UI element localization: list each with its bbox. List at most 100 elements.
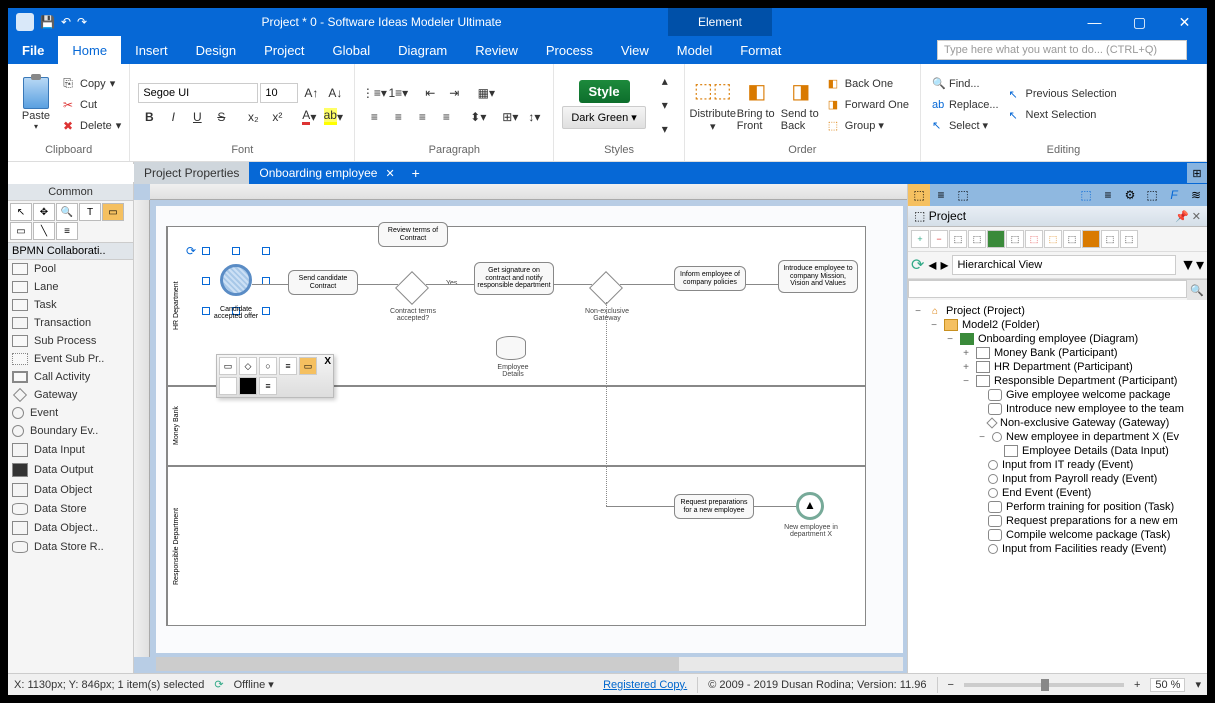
highlight-button[interactable]: ab▾ bbox=[322, 106, 344, 128]
float-diamond-icon[interactable]: ◇ bbox=[239, 357, 257, 375]
menu-global[interactable]: Global bbox=[319, 36, 385, 64]
shrink-font-button[interactable]: A↓ bbox=[324, 82, 346, 104]
cut-button[interactable]: ✂Cut bbox=[60, 95, 121, 115]
start-event-selected[interactable] bbox=[220, 264, 252, 296]
font-name-select[interactable]: Segoe UI bbox=[138, 83, 258, 103]
tool-transaction[interactable]: Transaction bbox=[8, 314, 133, 332]
menu-insert[interactable]: Insert bbox=[121, 36, 182, 64]
pool-money-bank[interactable]: Money Bank bbox=[166, 386, 866, 466]
send-to-back-button[interactable]: ◨Send to Back bbox=[781, 74, 821, 136]
style-gallery-icon[interactable]: ▾ bbox=[654, 118, 676, 140]
panel-f-icon[interactable]: F bbox=[1163, 184, 1185, 206]
grow-font-button[interactable]: A↑ bbox=[300, 82, 322, 104]
menu-file[interactable]: File bbox=[8, 36, 58, 64]
toolbox-common-header[interactable]: Common bbox=[8, 184, 133, 201]
scrollbar-horizontal[interactable] bbox=[156, 657, 903, 671]
menu-project[interactable]: Project bbox=[250, 36, 318, 64]
copy-button[interactable]: ⎘Copy ▾ bbox=[60, 74, 121, 94]
project-panel-header[interactable]: ⬚ Project 📌 ✕ bbox=[908, 206, 1207, 227]
zoom-value[interactable]: 50 % bbox=[1150, 678, 1185, 692]
status-offline[interactable]: Offline ▾ bbox=[234, 678, 274, 691]
zoom-out-button[interactable]: − bbox=[948, 679, 954, 691]
task-inform[interactable]: Inform employee of company policies bbox=[674, 266, 746, 291]
task-review-terms[interactable]: Review terms of Contract bbox=[378, 222, 448, 247]
tool-note-icon[interactable]: ≡ bbox=[56, 222, 78, 240]
tool-eventsub[interactable]: Event Sub Pr.. bbox=[8, 350, 133, 368]
prev-icon[interactable]: ◂ bbox=[928, 255, 936, 275]
next-icon[interactable]: ▸ bbox=[940, 255, 948, 275]
float-circle-icon[interactable]: ○ bbox=[259, 357, 277, 375]
style-arrow-up-icon[interactable]: ▴ bbox=[654, 70, 676, 92]
project-tb-icon-3[interactable] bbox=[987, 230, 1005, 248]
align-center-button[interactable]: ≡ bbox=[387, 106, 409, 128]
zoom-in-button[interactable]: + bbox=[1134, 679, 1140, 691]
font-color-button[interactable]: A▾ bbox=[298, 106, 320, 128]
distribute-button[interactable]: ⬚⬚Distribute▾ bbox=[693, 74, 733, 136]
project-tb-icon-2[interactable]: ⬚ bbox=[968, 230, 986, 248]
panel-tab-1-icon[interactable]: ⬚ bbox=[908, 184, 930, 206]
tool-lane[interactable]: Lane bbox=[8, 278, 133, 296]
panel-tab-2-icon[interactable]: ≡ bbox=[930, 184, 952, 206]
tool-dataobject[interactable]: Data Object bbox=[8, 480, 133, 500]
project-tb-icon-6[interactable]: ⬚ bbox=[1044, 230, 1062, 248]
tool-zoom-icon[interactable]: 🔍 bbox=[56, 203, 78, 221]
task-signature[interactable]: Get signature on contract and notify res… bbox=[474, 262, 554, 295]
panel-tab-3-icon[interactable]: ⬚ bbox=[952, 184, 974, 206]
replace-button[interactable]: abReplace... bbox=[929, 95, 1002, 115]
registered-link[interactable]: Registered Copy. bbox=[603, 679, 687, 691]
forward-one-button[interactable]: ◨Forward One bbox=[825, 95, 912, 115]
tool-pan-icon[interactable]: ✥ bbox=[33, 203, 55, 221]
bullets-button[interactable]: ⋮≡▾ bbox=[363, 82, 385, 104]
menu-home[interactable]: Home bbox=[58, 36, 121, 64]
zoom-dropdown-icon[interactable]: ▾ bbox=[1195, 678, 1201, 691]
style-button[interactable]: Style bbox=[579, 80, 630, 103]
strike-button[interactable]: S bbox=[210, 106, 232, 128]
qat-undo-icon[interactable]: ↶ bbox=[61, 15, 71, 29]
tool-text-icon[interactable]: T bbox=[79, 203, 101, 221]
align-left-button[interactable]: ≡ bbox=[363, 106, 385, 128]
spacing-button[interactable]: ↕▾ bbox=[523, 106, 545, 128]
border-button[interactable]: ▦▾ bbox=[475, 82, 497, 104]
float-close-icon[interactable]: X bbox=[324, 356, 331, 367]
rotate-handle-icon[interactable]: ⟳ bbox=[186, 244, 196, 258]
zoom-slider[interactable] bbox=[964, 683, 1124, 687]
menu-design[interactable]: Design bbox=[182, 36, 250, 64]
tab-project-properties[interactable]: Project Properties bbox=[134, 162, 249, 184]
tab-new-button[interactable]: + bbox=[405, 165, 427, 181]
tool-pool[interactable]: Pool bbox=[8, 260, 133, 278]
tool-boundary[interactable]: Boundary Ev.. bbox=[8, 422, 133, 440]
context-tab[interactable]: Element bbox=[668, 8, 772, 36]
tool-folder-icon[interactable]: ▭ bbox=[102, 203, 124, 221]
minimize-button[interactable]: — bbox=[1072, 8, 1117, 36]
numbering-button[interactable]: 1≡▾ bbox=[387, 82, 409, 104]
float-text-icon[interactable]: ≡ bbox=[279, 357, 297, 375]
tab-close-icon[interactable]: ✕ bbox=[385, 167, 394, 180]
panel-tool-icon-3[interactable]: ⬚ bbox=[1141, 184, 1163, 206]
tool-dataoutput[interactable]: Data Output bbox=[8, 460, 133, 480]
align-right-button[interactable]: ≡ bbox=[411, 106, 433, 128]
menu-format[interactable]: Format bbox=[726, 36, 795, 64]
project-tree[interactable]: −⌂Project (Project) −Model2 (Folder) −On… bbox=[908, 300, 1207, 673]
toolbox-category[interactable]: BPMN Collaborati.. bbox=[8, 242, 133, 260]
filter-icon[interactable]: ▼▾ bbox=[1180, 255, 1204, 275]
project-search-input[interactable] bbox=[908, 280, 1187, 298]
data-store-employee[interactable] bbox=[496, 336, 526, 360]
project-tb-icon-4[interactable]: ⬚ bbox=[1006, 230, 1024, 248]
indent-button[interactable]: ⇥ bbox=[443, 82, 465, 104]
prev-selection-button[interactable]: ↖Previous Selection bbox=[1006, 84, 1120, 104]
next-selection-button[interactable]: ↖Next Selection bbox=[1006, 105, 1120, 125]
project-tb-icon-8[interactable] bbox=[1082, 230, 1100, 248]
paste-button[interactable]: Paste ▾ bbox=[16, 74, 56, 136]
valign-button[interactable]: ⬍▾ bbox=[467, 106, 489, 128]
tool-datainput[interactable]: Data Input bbox=[8, 440, 133, 460]
style-arrow-down-icon[interactable]: ▾ bbox=[654, 94, 676, 116]
tab-onboarding[interactable]: Onboarding employee✕ bbox=[249, 162, 404, 184]
tool-pointer-icon[interactable]: ↖ bbox=[10, 203, 32, 221]
panel-pin-icon[interactable]: 📌 ✕ bbox=[1175, 210, 1201, 223]
delete-button[interactable]: ✖Delete ▾ bbox=[60, 116, 121, 136]
tab-tool-icon[interactable]: ⊞ bbox=[1187, 163, 1207, 183]
qat-redo-icon[interactable]: ↷ bbox=[77, 15, 87, 29]
task-introduce[interactable]: Introduce employee to company Mission, V… bbox=[778, 260, 858, 293]
project-tb-icon-7[interactable]: ⬚ bbox=[1063, 230, 1081, 248]
menu-model[interactable]: Model bbox=[663, 36, 726, 64]
